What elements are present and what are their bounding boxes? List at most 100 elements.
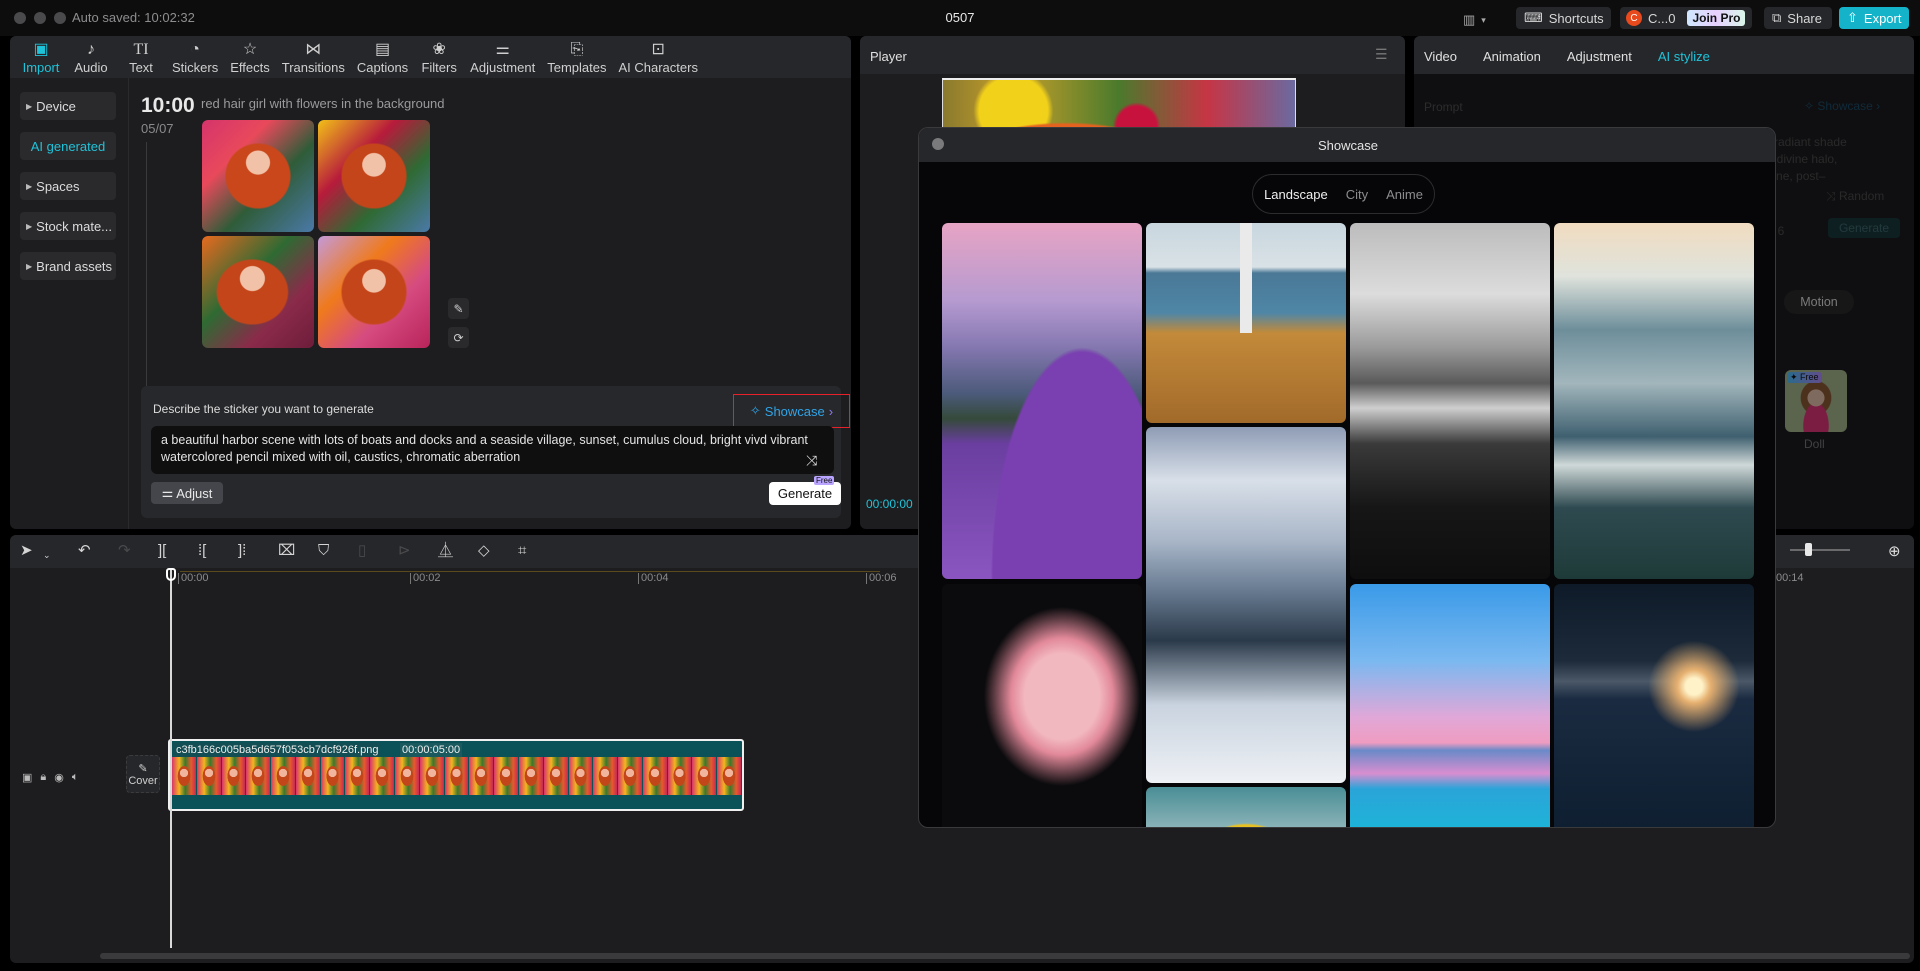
join-pro-badge[interactable]: Join Pro <box>1687 10 1746 26</box>
clip-duration: 00:00:05:00 <box>400 743 463 757</box>
tool-stickers[interactable]: ◔ Stickers <box>166 36 224 78</box>
tab-city[interactable]: City <box>1346 187 1368 202</box>
generated-image[interactable] <box>318 236 430 348</box>
generated-image[interactable] <box>202 120 314 232</box>
undo-icon[interactable]: ↶ <box>78 543 91 559</box>
showcase-image-mono-mountain[interactable] <box>1350 223 1550 579</box>
generated-image[interactable] <box>318 120 430 232</box>
delete-icon[interactable]: ⌧ <box>278 543 295 559</box>
tool-import[interactable]: ▣ Import <box>16 36 66 78</box>
shortcuts-button[interactable]: ⌨ Shortcuts <box>1516 7 1611 29</box>
zoom-in-icon[interactable]: ⊕ <box>1888 542 1901 560</box>
sidebar-item-ai-generated[interactable]: AI generated <box>20 132 116 160</box>
rotate-icon[interactable]: ◇ <box>478 543 490 559</box>
showcase-image-pastel-sunset[interactable] <box>1350 584 1550 827</box>
adjust-button[interactable]: ⚌ Adjust <box>151 482 223 504</box>
showcase-image-karst-mountains[interactable] <box>1554 223 1754 579</box>
tool-audio[interactable]: ♪ Audio <box>66 36 116 78</box>
reverse-play-icon[interactable]: ⊳ <box>398 543 411 559</box>
regenerate-icon[interactable]: ⟳ <box>448 327 469 348</box>
lock-icon[interactable]: 🔒︎ <box>40 771 46 784</box>
eye-icon[interactable]: ◉ <box>54 771 64 784</box>
chevron-down-icon[interactable]: ⌄ <box>43 547 51 563</box>
nav-label: Spaces <box>36 178 80 194</box>
shield-icon[interactable]: ⛉ <box>318 543 329 559</box>
timeline-scrollbar[interactable] <box>100 953 1910 959</box>
showcase-image-yellow-flower[interactable] <box>1146 787 1346 827</box>
showcase-label: Showcase <box>764 403 825 419</box>
generate-button[interactable]: Generate <box>769 482 841 505</box>
split-right-icon[interactable]: ]⁞ <box>238 543 246 559</box>
tab-adjustment[interactable]: Adjustment <box>1567 49 1632 74</box>
stickers-icon: ◔ <box>190 41 200 58</box>
showcase-image-rose[interactable] <box>942 584 1142 827</box>
layout-icon: ▥ <box>1463 12 1476 27</box>
tool-text[interactable]: TI Text <box>116 36 166 78</box>
playhead-handle[interactable] <box>166 568 176 581</box>
mirror-icon[interactable]: ⏅ <box>438 543 453 559</box>
shuffle-icon[interactable]: ⤨ <box>806 452 817 469</box>
generated-image[interactable] <box>202 236 314 348</box>
pencil-icon: ✎ <box>138 762 148 775</box>
freeze-icon[interactable]: ▯ <box>358 543 366 559</box>
category-tabs: Landscape City Anime <box>1252 174 1435 214</box>
tab-animation[interactable]: Animation <box>1483 49 1541 74</box>
export-button[interactable]: ⇧ Export <box>1839 7 1909 29</box>
playhead[interactable] <box>170 568 172 948</box>
zoom-slider-handle[interactable] <box>1805 543 1812 556</box>
showcase-link[interactable]: ✧ Showcase › <box>733 394 850 428</box>
track-toggle-icon[interactable]: ▣ <box>22 771 32 784</box>
tool-templates[interactable]: ⎘ Templates <box>541 36 612 78</box>
sidebar-item-brand-assets[interactable]: ▶ Brand assets <box>20 252 116 280</box>
timeline-divider <box>146 142 147 387</box>
layout-menu-button[interactable]: ▥ ▾ <box>1455 9 1494 31</box>
select-tool-icon[interactable]: ➤ <box>20 543 33 559</box>
export-label: Export <box>1863 10 1902 26</box>
volume-icon[interactable]: 🔈︎ <box>72 771 79 784</box>
import-icon: ▣ <box>33 41 49 58</box>
tick-label: 00:00 <box>178 573 209 584</box>
edit-image-icon[interactable]: ✎ <box>448 298 469 319</box>
user-account-button[interactable]: C C...0 Join Pro <box>1620 7 1752 29</box>
transitions-icon: ⋈ <box>305 41 322 58</box>
sticker-generator: Describe the sticker you want to generat… <box>141 386 850 518</box>
redo-icon[interactable]: ↷ <box>118 543 131 559</box>
templates-icon: ⎘ <box>570 41 584 58</box>
video-clip[interactable]: c3fb166c005ba5d657f053cb7dcf926f.png 00:… <box>168 739 744 811</box>
showcase-image-night-ocean[interactable] <box>1554 584 1754 827</box>
cover-label: Cover <box>128 774 158 787</box>
captions-icon: ▤ <box>374 41 391 58</box>
tool-transitions[interactable]: ⋈ Transitions <box>276 36 351 78</box>
sidebar-item-spaces[interactable]: ▶ Spaces <box>20 172 116 200</box>
filters-icon: ❀ <box>432 41 446 58</box>
share-button[interactable]: ⧉ Share <box>1764 7 1832 29</box>
crop-icon[interactable]: ⌗ <box>518 543 526 559</box>
tab-ai-stylize[interactable]: AI stylize <box>1658 49 1710 74</box>
tab-anime[interactable]: Anime <box>1386 187 1423 202</box>
tab-video[interactable]: Video <box>1424 49 1457 74</box>
showcase-image-lavender[interactable] <box>942 223 1142 579</box>
track-controls: ▣ 🔒︎ ◉ 🔈︎ <box>16 762 108 792</box>
ai-characters-icon: ⊡ <box>651 41 665 58</box>
sidebar-item-device[interactable]: ▶ Device <box>20 92 116 120</box>
tool-ai-characters[interactable]: ⊡ AI Characters <box>612 36 703 78</box>
sidebar-item-stock-materials[interactable]: ▶ Stock mate... <box>20 212 116 240</box>
adjustment-icon: ⚌ <box>495 41 510 58</box>
tick-label: 00:14 <box>1776 572 1804 584</box>
showcase-image-snowy-valley[interactable] <box>1146 427 1346 783</box>
tool-label: Transitions <box>281 60 345 75</box>
showcase-image-lighthouse[interactable] <box>1146 223 1346 423</box>
split-left-icon[interactable]: ⁞[ <box>198 543 206 559</box>
tool-captions[interactable]: ▤ Captions <box>351 36 414 78</box>
timeline-zoom-slider[interactable] <box>1790 549 1850 551</box>
tool-adjustment[interactable]: ⚌ Adjustment <box>464 36 541 78</box>
tool-filters[interactable]: ❀ Filters <box>414 36 464 78</box>
prompt-input[interactable]: a beautiful harbor scene with lots of bo… <box>151 426 834 474</box>
cover-button[interactable]: ✎ Cover <box>126 755 160 793</box>
menu-icon[interactable]: ☰ <box>1375 46 1388 63</box>
tool-effects[interactable]: ☆ Effects <box>224 36 276 78</box>
chevron-right-icon: › <box>828 403 834 419</box>
generation-prompt: red hair girl with flowers in the backgr… <box>201 96 445 111</box>
split-icon[interactable]: ][ <box>158 543 166 559</box>
tab-landscape[interactable]: Landscape <box>1264 187 1328 202</box>
